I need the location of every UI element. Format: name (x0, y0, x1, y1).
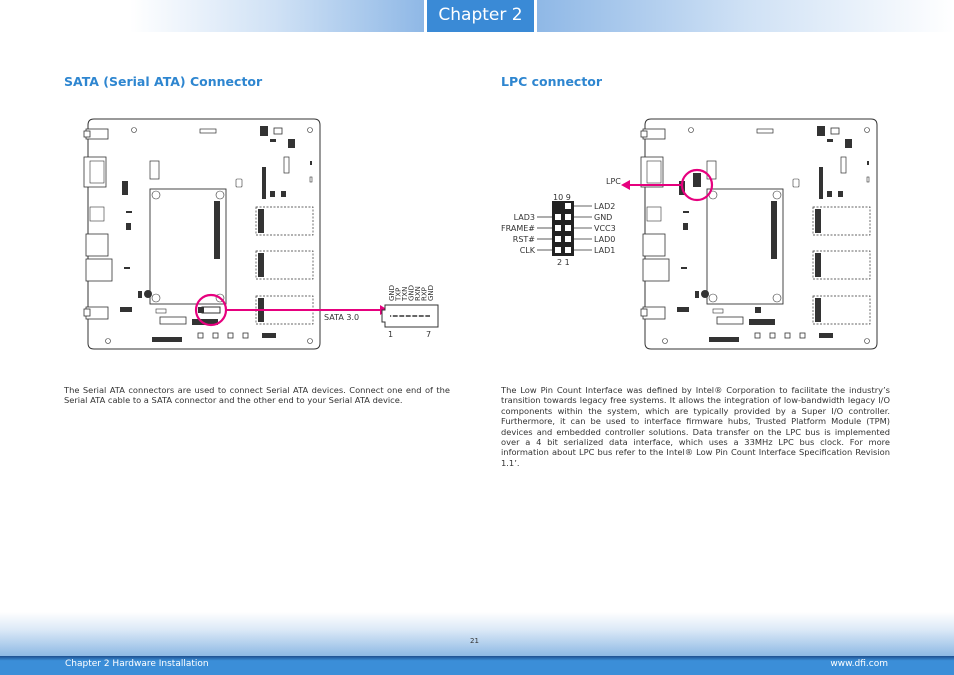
lpc-left-pin-label: RST# (513, 235, 536, 244)
sata-pin-end: 7 (426, 330, 431, 339)
lpc-right-pin-label: GND (594, 213, 612, 222)
header-gradient-right (537, 0, 954, 32)
sata-pin-dot (423, 315, 426, 317)
lpc-top-pin-numbers: 10 9 (553, 193, 571, 202)
sata-pin-dot (417, 315, 419, 317)
header-gradient-left (130, 0, 424, 32)
sata-pin-dot (391, 315, 393, 317)
footer-website-link[interactable]: www.dfi.com (830, 659, 888, 669)
sata-pin-start: 1 (388, 330, 393, 339)
lpc-right-pin-label: VCC3 (594, 224, 616, 233)
sata-board-diagram: SATA 3.0 GNDTXPTXNGNDRXNRXPGND 1 7 (83, 118, 439, 350)
lpc-callout-label: LPC (606, 177, 621, 186)
lpc-pointer-arrow (621, 180, 630, 190)
lpc-description: The Low Pin Count Interface was defined … (501, 385, 890, 468)
sata-connector-drawing (381, 304, 439, 328)
lpc-left-pin-label: LAD3 (514, 213, 535, 222)
lpc-right-pin-label: LAD2 (594, 202, 615, 211)
footer-chapter-label: Chapter 2 Hardware Installation (65, 659, 209, 669)
chapter-tab: Chapter 2 (427, 0, 534, 32)
lpc-left-pin-label: FRAME# (501, 224, 535, 233)
sata-pin-dot (430, 315, 432, 317)
lpc-bottom-pin-numbers: 2 1 (557, 258, 570, 267)
sata-pin-dot (404, 315, 406, 317)
sata-pin-label: GND (427, 285, 435, 301)
lpc-board-diagram: LPC 10 9 2 1 LAD3 FRAME# RST# CLK LAD2 GND VC… (501, 118, 878, 350)
sata-pin-dot (397, 315, 400, 317)
sata-section-title: SATA (Serial ATA) Connector (64, 74, 263, 89)
lpc-right-pin-label: LAD1 (594, 246, 615, 255)
lpc-left-pin-label: CLK (520, 246, 536, 255)
sata-description: The Serial ATA connectors are used to co… (64, 385, 450, 406)
sata-connector-label: SATA 3.0 (324, 313, 359, 322)
lpc-right-pin-label: LAD0 (594, 235, 615, 244)
footer-gradient (0, 612, 954, 656)
lpc-section-title: LPC connector (501, 74, 603, 89)
sata-pin-dot (410, 315, 413, 317)
page-number: 21 (470, 637, 479, 645)
